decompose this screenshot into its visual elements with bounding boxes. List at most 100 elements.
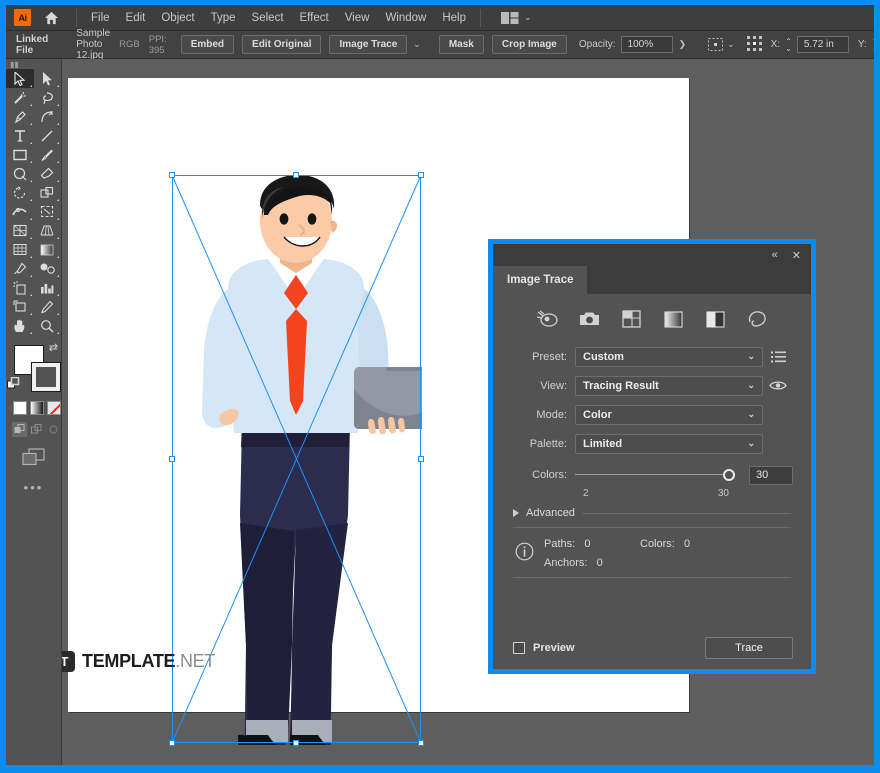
high-color-icon[interactable] [576, 308, 602, 330]
info-icon [515, 542, 534, 566]
edit-original-button[interactable]: Edit Original [242, 35, 322, 54]
tools-panel-collapse-icon[interactable]: ▮▮ [6, 59, 61, 69]
width-tool[interactable] [6, 202, 34, 221]
canvas-area[interactable]: T TEMPLATE.NET « ✕ Image Trace Preset: C… [62, 59, 874, 765]
color-swatch-mode-button[interactable] [13, 401, 27, 415]
colors-slider[interactable] [575, 468, 741, 482]
opacity-field[interactable]: 100% [620, 36, 673, 53]
opacity-chevron-right-icon[interactable]: ❯ [679, 39, 687, 50]
menu-window[interactable]: Window [377, 8, 434, 28]
menu-help[interactable]: Help [434, 8, 474, 28]
advanced-rule [581, 512, 791, 514]
reference-point-icon[interactable] [746, 35, 762, 54]
slice-tool[interactable] [34, 297, 62, 316]
preview-checkbox-group[interactable]: Preview [513, 642, 575, 654]
hand-tool[interactable] [6, 316, 34, 335]
black-and-white-icon[interactable] [702, 308, 728, 330]
low-color-icon[interactable] [618, 308, 644, 330]
default-fill-stroke-icon[interactable] [7, 376, 20, 395]
lasso-tool[interactable] [34, 88, 62, 107]
artboard-tool[interactable] [6, 297, 34, 316]
colors-slider-row: Colors: 30 [511, 462, 793, 488]
outline-icon[interactable] [744, 308, 770, 330]
perspective-grid-tool[interactable] [34, 221, 62, 240]
change-screen-mode-button[interactable] [6, 440, 61, 470]
pen-tool[interactable] [6, 107, 34, 126]
trace-button[interactable]: Trace [705, 637, 793, 659]
image-trace-chevron-down-icon[interactable]: ⌄ [413, 39, 421, 50]
menu-file[interactable]: File [83, 8, 118, 28]
rectangle-tool[interactable] [6, 145, 34, 164]
shaper-tool[interactable] [6, 164, 34, 183]
eraser-tool[interactable] [34, 164, 62, 183]
draw-normal-mode-button[interactable] [12, 422, 27, 437]
image-trace-button[interactable]: Image Trace [329, 35, 408, 54]
line-segment-tool[interactable] [34, 126, 62, 145]
menu-view[interactable]: View [337, 8, 378, 28]
advanced-disclosure[interactable]: Advanced [511, 501, 793, 523]
tab-image-trace[interactable]: Image Trace [493, 266, 588, 294]
menu-object[interactable]: Object [153, 8, 202, 28]
crop-image-button[interactable]: Crop Image [491, 35, 567, 54]
transform-proxy-icon[interactable]: ⌄ [708, 38, 735, 51]
palette-row: Palette: Limited ⌄ [511, 429, 793, 458]
menu-effect[interactable]: Effect [292, 8, 337, 28]
menu-select[interactable]: Select [244, 8, 292, 28]
gradient-mode-button[interactable] [30, 401, 44, 415]
blend-tool[interactable] [34, 259, 62, 278]
colors-slider-knob[interactable] [723, 469, 735, 481]
preset-select[interactable]: Custom ⌄ [575, 346, 763, 367]
workspace-switcher[interactable]: ⌄ [501, 11, 532, 24]
paths-stat: Paths: 0 [544, 538, 640, 550]
draw-behind-mode-button[interactable] [29, 422, 44, 437]
column-graph-tool[interactable] [34, 278, 62, 297]
eyedropper-tool[interactable] [6, 259, 34, 278]
zoom-tool[interactable] [34, 316, 62, 335]
mesh-tool[interactable] [6, 240, 34, 259]
image-trace-tab-row: Image Trace [493, 266, 811, 294]
template-net-logo-icon: T [62, 651, 75, 672]
embed-button[interactable]: Embed [180, 35, 235, 54]
symbol-sprayer-tool[interactable] [6, 278, 34, 297]
grayscale-icon[interactable] [660, 308, 686, 330]
type-tool[interactable] [6, 126, 34, 145]
chevron-down-icon: ⌄ [747, 438, 755, 448]
direct-selection-tool[interactable] [34, 69, 62, 88]
collapse-icon[interactable]: « [772, 249, 778, 261]
rotate-tool[interactable] [6, 183, 34, 202]
mask-button[interactable]: Mask [438, 35, 484, 54]
scale-tool[interactable] [34, 183, 62, 202]
linked-filename[interactable]: Sample Photo 12.jpg [76, 28, 110, 61]
more-tools-button[interactable]: ••• [6, 470, 61, 495]
swap-fill-stroke-icon[interactable]: ⇄ [49, 341, 58, 354]
stroke-swatch[interactable] [31, 362, 61, 392]
eye-icon[interactable] [763, 380, 793, 391]
y-stepper-icon[interactable]: ⌃⌄ [872, 37, 874, 52]
menu-edit[interactable]: Edit [118, 8, 154, 28]
preset-value: Custom [583, 350, 624, 363]
x-stepper-icon[interactable]: ⌃ ⌄ [785, 37, 792, 52]
close-icon[interactable]: ✕ [792, 249, 801, 262]
shape-builder-tool[interactable] [6, 221, 34, 240]
gradient-tool[interactable] [34, 240, 62, 259]
tools-grid [6, 69, 61, 335]
view-label: View: [540, 379, 567, 392]
none-mode-button[interactable] [47, 401, 61, 415]
colors-value-field[interactable]: 30 [749, 465, 793, 485]
selection-tool[interactable] [6, 69, 34, 88]
free-transform-tool[interactable] [34, 202, 62, 221]
auto-color-icon[interactable] [534, 308, 560, 330]
mode-select[interactable]: Color ⌄ [575, 404, 763, 425]
draw-inside-mode-button[interactable] [46, 422, 61, 437]
paintbrush-tool[interactable] [34, 145, 62, 164]
preset-menu-icon[interactable] [763, 351, 793, 363]
mode-row: Mode: Color ⌄ [511, 400, 793, 429]
palette-select[interactable]: Limited ⌄ [575, 433, 763, 454]
home-icon[interactable] [40, 11, 62, 25]
curvature-tool[interactable] [34, 107, 62, 126]
magic-wand-tool[interactable] [6, 88, 34, 107]
menu-type[interactable]: Type [203, 8, 244, 28]
preview-checkbox[interactable] [513, 642, 525, 654]
view-select[interactable]: Tracing Result ⌄ [575, 375, 763, 396]
x-field[interactable]: 5.72 in [796, 36, 849, 53]
